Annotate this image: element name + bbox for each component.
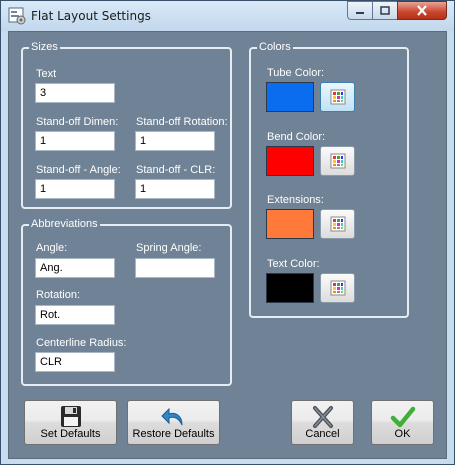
angle-abbrev-label: Angle: (36, 242, 68, 254)
settings-window: Flat Layout Settings Sizes Text 3 Stand-… (0, 0, 455, 465)
standoff-rotation-input[interactable]: 1 (135, 131, 215, 151)
restore-defaults-label: Restore Defaults (132, 428, 215, 440)
ok-button[interactable]: OK (371, 400, 434, 445)
color-palette-icon (330, 89, 345, 105)
close-icon (417, 5, 427, 16)
cancel-label: Cancel (305, 428, 340, 440)
spring-angle-input[interactable] (135, 258, 215, 278)
ok-label: OK (394, 428, 411, 440)
maximize-icon (380, 6, 390, 15)
centerline-radius-input[interactable]: CLR (35, 352, 115, 372)
window-title: Flat Layout Settings (31, 9, 151, 23)
text-color-label: Text Color: (267, 258, 320, 270)
standoff-clr-label: Stand-off - CLR: (136, 164, 216, 176)
extensions-color-label: Extensions: (267, 194, 324, 206)
undo-arrow-icon (160, 405, 187, 429)
standoff-rotation-label: Stand-off Rotation: (136, 116, 228, 128)
restore-defaults-button[interactable]: Restore Defaults (127, 400, 220, 445)
angle-abbrev-input[interactable]: Ang. (35, 258, 115, 278)
color-palette-icon (330, 216, 345, 232)
bend-color-swatch (266, 146, 314, 176)
minimize-icon (356, 11, 364, 14)
standoff-angle-label: Stand-off - Angle: (36, 164, 121, 176)
close-button[interactable] (397, 1, 447, 20)
standoff-angle-input[interactable]: 1 (35, 179, 115, 199)
tube-color-picker-button[interactable] (320, 82, 355, 112)
abbreviations-group-title: Abbreviations (29, 218, 100, 231)
minimize-button[interactable] (347, 1, 373, 20)
text-size-input[interactable]: 3 (35, 83, 115, 103)
text-size-label: Text (36, 68, 57, 80)
rotation-abbrev-input[interactable]: Rot. (35, 305, 115, 325)
standoff-dimen-input[interactable]: 1 (35, 131, 115, 151)
spring-angle-label: Spring Angle: (136, 242, 202, 254)
dialog-body: Sizes Text 3 Stand-off Dimen: 1 Stand-of… (8, 31, 447, 459)
bend-color-picker-button[interactable] (320, 146, 355, 176)
set-defaults-label: Set Defaults (40, 428, 101, 440)
standoff-dimen-label: Stand-off Dimen: (36, 116, 119, 128)
sizes-group-title: Sizes (29, 41, 60, 54)
x-icon (310, 405, 336, 429)
standoff-clr-input[interactable]: 1 (135, 179, 215, 199)
color-palette-icon (330, 280, 345, 296)
text-color-picker-button[interactable] (320, 273, 355, 303)
bend-color-label: Bend Color: (267, 131, 326, 143)
tube-color-label: Tube Color: (267, 67, 325, 79)
cancel-button[interactable]: Cancel (291, 400, 354, 445)
extensions-color-picker-button[interactable] (320, 209, 355, 239)
colors-group-title: Colors (257, 41, 293, 54)
tube-color-swatch (266, 82, 314, 112)
set-defaults-button[interactable]: Set Defaults (24, 400, 117, 445)
title-bar[interactable]: Flat Layout Settings (1, 1, 454, 31)
checkmark-icon (390, 405, 416, 429)
settings-window-icon (8, 7, 26, 25)
floppy-disk-icon (58, 405, 84, 429)
centerline-radius-label: Centerline Radius: (36, 337, 127, 349)
maximize-button[interactable] (372, 1, 398, 20)
text-color-swatch (266, 273, 314, 303)
rotation-abbrev-label: Rotation: (36, 289, 81, 301)
extensions-color-swatch (266, 209, 314, 239)
color-palette-icon (330, 153, 345, 169)
